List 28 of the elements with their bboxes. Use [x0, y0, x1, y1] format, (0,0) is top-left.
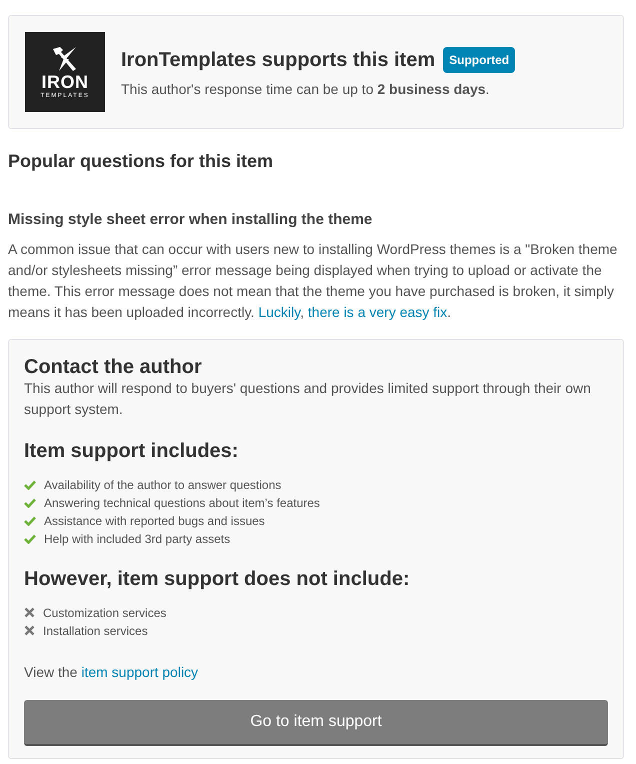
logo-title: IRON [42, 73, 88, 91]
check-icon [24, 516, 36, 526]
cross-icon [24, 607, 35, 618]
check-icon [24, 480, 36, 490]
list-heading: However, item support does not include: [24, 568, 411, 590]
check-icon [24, 534, 36, 544]
policy-link[interactable]: item support policy [81, 664, 198, 680]
cross-icon [24, 625, 35, 636]
policy-text: View the [24, 664, 78, 680]
answer-link[interactable]: Luckily [258, 304, 300, 320]
list-item-text: Availability of the author to answer questions [44, 476, 282, 494]
section-heading: Popular questions for this item [8, 151, 274, 173]
response-time-note: This author's response time can be up to 2 business days. [121, 80, 490, 99]
list-item-text: Customization services [43, 604, 166, 622]
contact-description: This author will respond to buyers' questions and provides limited support through their own support system. [24, 378, 592, 419]
question-title: Missing style sheet error when installing the theme [8, 210, 374, 229]
list-heading: Item support includes: [24, 440, 240, 462]
answer-link[interactable]: there is a very easy fix [308, 304, 448, 320]
supported-badge: Supported [443, 46, 516, 72]
list-item-text: Assistance with reported bugs and issues [44, 512, 265, 530]
list-item-text: Answering technical questions about item’s features [44, 494, 320, 512]
support-title: IronTemplates supports this item [121, 48, 436, 72]
check-icon [24, 498, 36, 508]
list-item-text: Help with included 3rd party assets [44, 530, 230, 548]
list-item-text: Installation services [43, 622, 148, 640]
contact-title: Contact the author [24, 356, 203, 378]
support-button[interactable]: Go to item support [24, 700, 608, 746]
answer-paragraph: A common issue that can occur with users new to installing WordPress themes is a "Broken theme and/or stylesheets missing” error message being displayed when trying to upload or activate the theme. This error message does not mean that the theme you have purchased is broken, it simply means it has been uploaded incorrectly. Luckily, there is a very easy fix. [8, 240, 618, 322]
